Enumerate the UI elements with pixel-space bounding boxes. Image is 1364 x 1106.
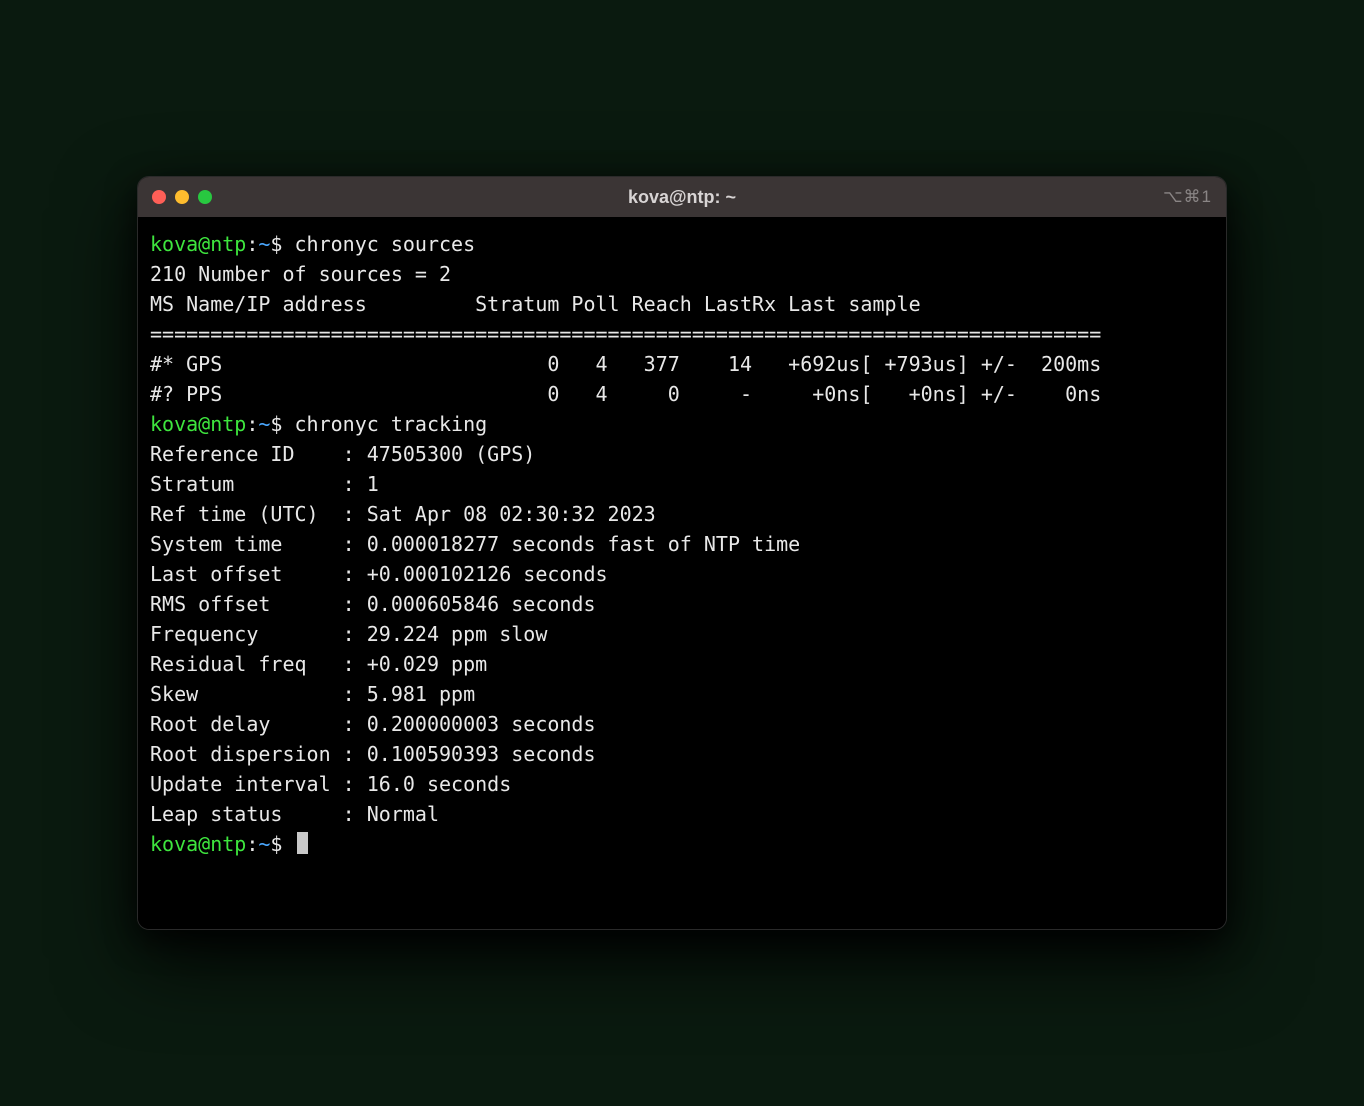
terminal-body[interactable]: kova@ntp:~$ chronyc sources 210 Number o… [138,217,1226,929]
sources-header: MS Name/IP address Stratum Poll Reach La… [150,289,1214,319]
sources-summary: 210 Number of sources = 2 [150,259,1214,289]
prompt-user: kova@ntp [150,832,246,856]
tracking-line: Leap status : Normal [150,799,1214,829]
terminal-window: kova@ntp: ~ ⌥⌘1 kova@ntp:~$ chronyc sour… [137,176,1227,930]
tracking-line: Reference ID : 47505300 (GPS) [150,439,1214,469]
tracking-line: Residual freq : +0.029 ppm [150,649,1214,679]
tracking-line: Frequency : 29.224 ppm slow [150,619,1214,649]
window-title: kova@ntp: ~ [138,187,1226,208]
command-text: chronyc sources [295,232,476,256]
prompt-path: ~ [258,412,270,436]
prompt-user: kova@ntp [150,232,246,256]
prompt-dollar: $ [270,412,282,436]
cursor-icon [297,832,308,854]
titlebar[interactable]: kova@ntp: ~ ⌥⌘1 [138,177,1226,217]
prompt-user: kova@ntp [150,412,246,436]
sources-row: #* GPS 0 4 377 14 +692us[ +793us] +/- 20… [150,349,1214,379]
tracking-line: Last offset : +0.000102126 seconds [150,559,1214,589]
maximize-icon[interactable] [198,190,212,204]
tracking-line: Ref time (UTC) : Sat Apr 08 02:30:32 202… [150,499,1214,529]
prompt-dollar: $ [270,832,282,856]
prompt-sep: : [246,832,258,856]
tracking-line: Root dispersion : 0.100590393 seconds [150,739,1214,769]
sources-divider: ========================================… [150,319,1214,349]
prompt-line-1: kova@ntp:~$ chronyc sources [150,229,1214,259]
tracking-line: RMS offset : 0.000605846 seconds [150,589,1214,619]
prompt-line-2: kova@ntp:~$ chronyc tracking [150,409,1214,439]
prompt-sep: : [246,412,258,436]
prompt-path: ~ [258,832,270,856]
tracking-line: Stratum : 1 [150,469,1214,499]
minimize-icon[interactable] [175,190,189,204]
tracking-line: Update interval : 16.0 seconds [150,769,1214,799]
traffic-lights [152,190,212,204]
prompt-line-3[interactable]: kova@ntp:~$ [150,829,1214,859]
prompt-sep: : [246,232,258,256]
command-text: chronyc tracking [295,412,488,436]
tracking-line: Skew : 5.981 ppm [150,679,1214,709]
prompt-path: ~ [258,232,270,256]
tracking-line: Root delay : 0.200000003 seconds [150,709,1214,739]
window-shortcut: ⌥⌘1 [1163,187,1212,207]
tracking-line: System time : 0.000018277 seconds fast o… [150,529,1214,559]
sources-row: #? PPS 0 4 0 - +0ns[ +0ns] +/- 0ns [150,379,1214,409]
prompt-dollar: $ [270,232,282,256]
close-icon[interactable] [152,190,166,204]
